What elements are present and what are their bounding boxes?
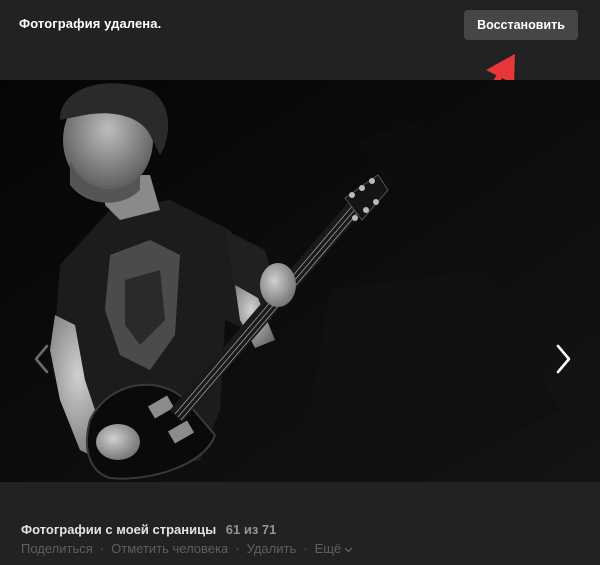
photo-image bbox=[0, 80, 600, 482]
photo-footer: Фотографии с моей страницы 61 из 71 Поде… bbox=[0, 482, 600, 565]
photo-actions: Поделиться · Отметить человека · Удалить · Ещё bbox=[21, 541, 353, 556]
album-title-link[interactable]: Фотографии с моей страницы bbox=[21, 522, 216, 537]
separator: · bbox=[235, 541, 240, 556]
restore-button[interactable]: Восстановить bbox=[464, 10, 578, 40]
more-label: Ещё bbox=[314, 541, 342, 556]
album-info: Фотографии с моей страницы 61 из 71 bbox=[21, 522, 276, 537]
next-photo-button[interactable] bbox=[548, 342, 578, 376]
photo-counter: 61 из 71 bbox=[225, 522, 277, 537]
photo-viewer bbox=[0, 80, 600, 482]
more-menu-button[interactable]: Ещё bbox=[315, 541, 354, 556]
photo-deleted-message: Фотография удалена. bbox=[19, 16, 162, 31]
tag-person-link[interactable]: Отметить человека bbox=[111, 541, 228, 556]
chevron-down-icon bbox=[344, 547, 353, 553]
separator: · bbox=[99, 541, 105, 556]
separator: · bbox=[303, 541, 308, 556]
share-link[interactable]: Поделиться bbox=[21, 541, 93, 556]
previous-photo-button[interactable] bbox=[28, 342, 58, 376]
delete-link[interactable]: Удалить bbox=[247, 541, 297, 556]
